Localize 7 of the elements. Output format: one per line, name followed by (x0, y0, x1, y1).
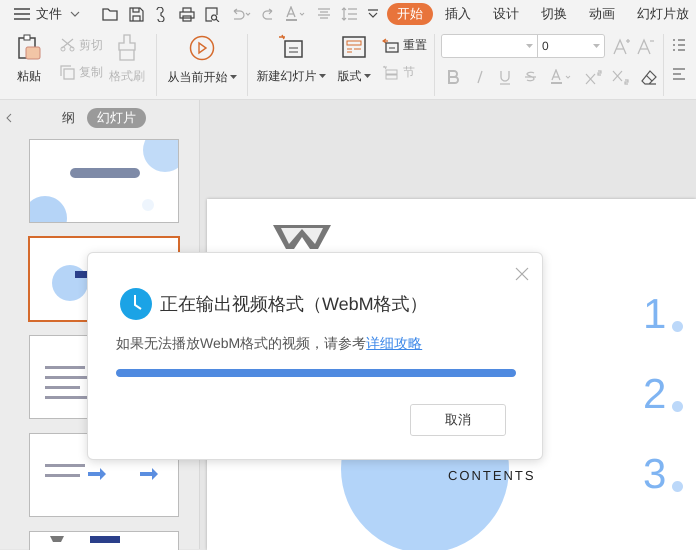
item-number: 1 (643, 294, 666, 334)
font-size-value: 0 (542, 38, 549, 55)
item-number: 2 (643, 374, 666, 414)
dialog-title: 正在输出视频格式（WebM格式） (160, 292, 428, 316)
item-number: 3 (643, 454, 666, 494)
dialog-message: 如果无法播放WebM格式的视频，请参考 (116, 335, 366, 351)
slide-heading: CONTENTS (448, 467, 536, 485)
